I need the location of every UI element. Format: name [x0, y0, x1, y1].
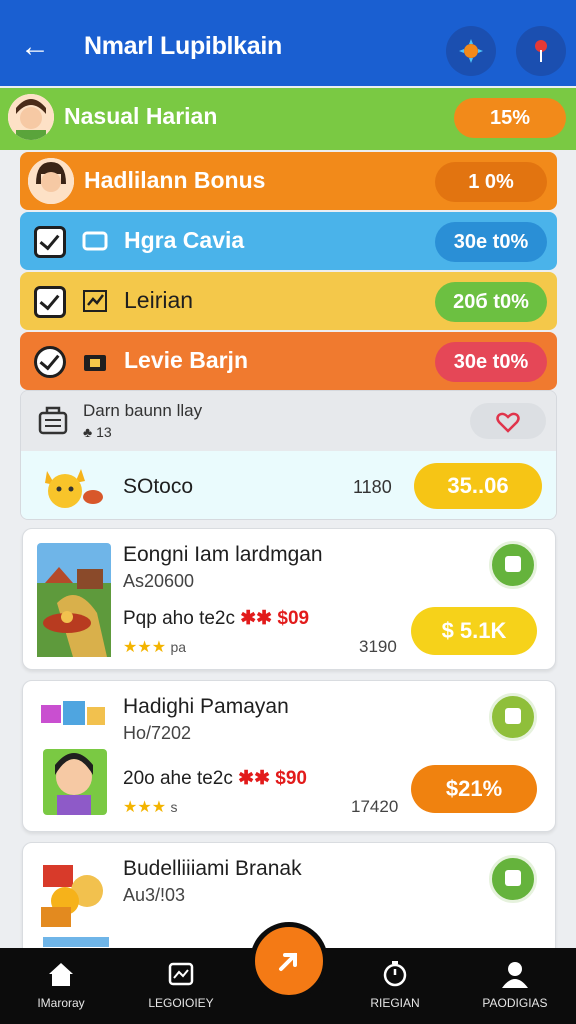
- product-quantity: 3190: [359, 637, 397, 656]
- status-row-bonus[interactable]: Hadlilann Bonus 1 0%: [20, 152, 557, 210]
- product-name: Hadighi Pamayan: [123, 695, 289, 718]
- settings-icon[interactable]: [446, 26, 496, 76]
- thumbs-up-icon[interactable]: [489, 541, 537, 589]
- avatar: [28, 158, 74, 204]
- tab-home[interactable]: IMaroray: [6, 948, 116, 1024]
- cart-header: Darn baunn llay ♣ 13: [21, 391, 556, 451]
- status-percent-badge: 1 0%: [435, 162, 547, 202]
- product-name: Eongni Iam lardmgan: [123, 543, 323, 566]
- chart-check-icon: [83, 290, 107, 312]
- checkbox-checked[interactable]: [34, 226, 66, 258]
- page-title: Nmarl Lupiblkain: [84, 32, 283, 60]
- heart-icon: [496, 412, 520, 433]
- pin-icon[interactable]: [516, 26, 566, 76]
- gallery-icon: [168, 962, 194, 986]
- status-percent-badge: 15%: [454, 98, 566, 138]
- product-card[interactable]: Hadighi Pamayan Ho/7202 20o ahe te2c ✱✱ …: [22, 680, 556, 832]
- cart-title: Darn baunn llay: [83, 401, 203, 420]
- status-row-label: Nasual Harian: [64, 103, 218, 129]
- product-promo: 20o ahe te2c ✱✱ $90: [123, 768, 307, 789]
- cart-count: ♣ 13: [83, 424, 112, 440]
- product-rating: ★★★ pa: [123, 639, 187, 656]
- status-percent-badge: 30e t0%: [435, 342, 547, 382]
- price-button[interactable]: $21%: [411, 765, 537, 813]
- status-row-task-c[interactable]: Levie Barjn 30e t0%: [20, 332, 557, 390]
- home-icon: [49, 963, 73, 986]
- tab-profile[interactable]: PAODIGIAS: [460, 948, 570, 1024]
- cart-panel: Darn baunn llay ♣ 13 SOtoco 1180 35..06: [20, 390, 557, 520]
- status-row-daily[interactable]: Nasual Harian 15%: [0, 88, 576, 150]
- cart-item-row[interactable]: SOtoco 1180 35..06: [21, 451, 556, 519]
- basket-icon: [38, 406, 68, 435]
- tab-label: LEGOIOIEY: [148, 996, 214, 1010]
- product-code: Au3/!03: [123, 885, 186, 905]
- product-code: As20600: [123, 571, 195, 591]
- status-row-task-a[interactable]: Hgra Cavia 30e t0%: [20, 212, 557, 270]
- center-action-button[interactable]: [250, 922, 328, 1000]
- checkout-button[interactable]: 35..06: [414, 463, 542, 509]
- tab-gallery[interactable]: LEGOIOIEY: [126, 948, 236, 1024]
- product-name: Budelliiiami Branak: [123, 857, 302, 880]
- status-percent-badge: 30e t0%: [435, 222, 547, 262]
- arrow-up-right-icon: [279, 953, 297, 971]
- arrow-left-icon[interactable]: ←: [18, 30, 52, 64]
- thumbs-up-icon[interactable]: [489, 693, 537, 741]
- product-thumbnail: [37, 543, 111, 657]
- top-app-bar: ← Nmarl Lupiblkain: [0, 0, 576, 86]
- status-row-label: Hgra Cavia: [124, 227, 245, 253]
- tab-label: RIEGIAN: [370, 996, 420, 1010]
- product-card[interactable]: Eongni Iam lardmgan As20600 Pqp aho te2c…: [22, 528, 556, 670]
- product-promo: Pqp aho te2c ✱✱ $09: [123, 608, 310, 629]
- status-row-label: Levie Barjn: [124, 347, 248, 373]
- cart-item-name: SOtoco: [123, 475, 194, 498]
- status-row-task-b[interactable]: Leirian 20б t0%: [20, 272, 557, 330]
- product-quantity: 17420: [351, 797, 399, 816]
- status-percent-badge: 20б t0%: [435, 282, 547, 322]
- status-row-label: Leirian: [124, 287, 194, 313]
- avatar: [8, 94, 54, 140]
- product-thumbnail: [41, 701, 107, 815]
- status-row-label: Hadlilann Bonus: [84, 167, 266, 193]
- store-icon: [84, 355, 106, 371]
- product-code: Ho/7202: [123, 723, 192, 743]
- tab-label: IMaroray: [37, 996, 85, 1010]
- tag-icon: [82, 231, 108, 251]
- checkbox-checked[interactable]: [34, 346, 66, 378]
- tab-label: PAODIGIAS: [482, 996, 548, 1010]
- cart-item-number: 1180: [353, 477, 392, 497]
- thumbs-up-icon[interactable]: [489, 855, 537, 903]
- timer-icon: [383, 961, 407, 987]
- price-button[interactable]: $ 5.1K: [411, 607, 537, 655]
- checkbox-checked[interactable]: [34, 286, 66, 318]
- profile-icon: [502, 962, 528, 988]
- favorite-button[interactable]: [470, 403, 546, 439]
- product-rating: ★★★ s: [123, 799, 178, 816]
- cat-mascot-icon: [45, 469, 103, 508]
- product-thumbnail: [41, 865, 109, 947]
- tab-timer[interactable]: RIEGIAN: [340, 948, 450, 1024]
